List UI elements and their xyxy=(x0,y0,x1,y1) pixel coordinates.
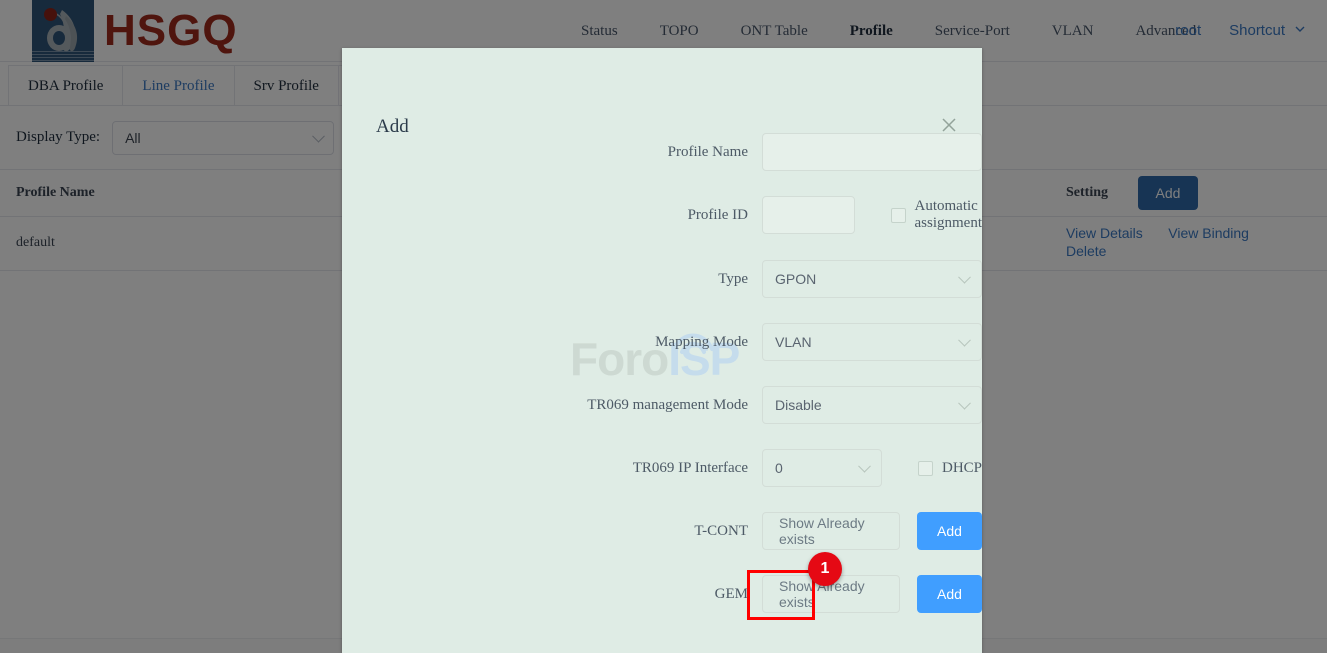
chevron-down-icon xyxy=(958,396,971,410)
tcont-label: T-CONT xyxy=(694,522,748,539)
type-select[interactable]: GPON xyxy=(762,260,982,298)
field-row-tr069-ip-interface: TR069 IP Interface 0 DHCP xyxy=(342,449,982,487)
field-row-tcont: T-CONT Show Already exists Add xyxy=(342,512,982,550)
gem-show-existing-button[interactable]: Show Already exists xyxy=(762,575,900,613)
profile-id-label: Profile ID xyxy=(687,206,748,223)
chevron-down-icon xyxy=(858,459,871,473)
field-row-profile-name: Profile Name xyxy=(342,133,982,171)
tr069-ip-interface-select[interactable]: 0 xyxy=(762,449,882,487)
mapping-mode-value: VLAN xyxy=(775,334,812,350)
dhcp-checkbox[interactable] xyxy=(917,460,933,476)
profile-name-input[interactable] xyxy=(762,133,982,171)
chevron-down-icon xyxy=(958,270,971,284)
add-line-profile-dialog: Add ForoISP Profile Name Profile ID Auto… xyxy=(342,48,982,653)
field-row-tr069-management-mode: TR069 management Mode Disable xyxy=(342,386,982,424)
automatic-assignment-label: Automatic assignment xyxy=(914,198,982,231)
field-row-gem: GEM Show Already exists Add xyxy=(342,575,982,613)
tcont-show-existing-button[interactable]: Show Already exists xyxy=(762,512,900,550)
tr069-management-mode-value: Disable xyxy=(775,397,822,413)
automatic-assignment-checkbox-wrap[interactable]: Automatic assignment xyxy=(890,198,982,232)
field-row-profile-id: Profile ID Automatic assignment xyxy=(342,196,982,234)
tr069-ip-interface-value: 0 xyxy=(775,460,783,476)
gem-label: GEM xyxy=(714,585,748,602)
field-row-mapping-mode: Mapping Mode VLAN xyxy=(342,323,982,361)
mapping-mode-label: Mapping Mode xyxy=(655,333,748,350)
chevron-down-icon xyxy=(958,333,971,347)
tr069-management-mode-label: TR069 management Mode xyxy=(587,396,748,413)
tr069-ip-interface-label: TR069 IP Interface xyxy=(632,459,748,476)
mapping-mode-select[interactable]: VLAN xyxy=(762,323,982,361)
dhcp-label: DHCP xyxy=(941,459,982,476)
gem-add-button[interactable]: Add xyxy=(917,575,982,613)
tr069-management-mode-select[interactable]: Disable xyxy=(762,386,982,424)
profile-id-input[interactable] xyxy=(762,196,855,234)
field-row-type: Type GPON xyxy=(342,260,982,298)
tcont-add-button[interactable]: Add xyxy=(917,512,982,550)
profile-name-label: Profile Name xyxy=(667,143,748,160)
automatic-assignment-checkbox[interactable] xyxy=(890,207,906,223)
type-label: Type xyxy=(718,270,748,287)
type-value: GPON xyxy=(775,271,817,287)
dhcp-checkbox-wrap[interactable]: DHCP xyxy=(917,459,982,477)
